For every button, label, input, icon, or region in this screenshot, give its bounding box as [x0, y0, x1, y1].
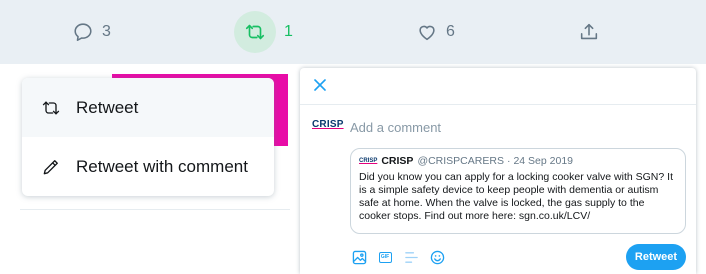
- quoted-handle: @CRISPCARERS: [417, 155, 504, 167]
- like-count: 6: [446, 23, 455, 40]
- quoted-avatar: CRISP: [359, 158, 378, 164]
- quoted-separator: ·: [506, 155, 511, 167]
- modal-divider: [300, 104, 696, 105]
- pencil-icon: [40, 156, 62, 178]
- share-button[interactable]: [578, 0, 600, 64]
- menu-item-label: Retweet: [76, 97, 139, 117]
- menu-item-retweet-with-comment[interactable]: Retweet with comment: [22, 137, 274, 196]
- retweet-icon: [234, 11, 276, 53]
- gif-icon[interactable]: GIF: [374, 246, 396, 268]
- reply-button[interactable]: 3: [72, 0, 111, 64]
- close-icon: [314, 78, 326, 96]
- comment-input[interactable]: [350, 120, 680, 135]
- image-icon[interactable]: [348, 246, 370, 268]
- share-icon: [578, 21, 600, 43]
- quoted-tweet-text: Did you know you can apply for a locking…: [359, 171, 673, 222]
- reply-count: 3: [102, 23, 111, 40]
- heart-icon: [416, 21, 438, 43]
- reply-icon: [72, 21, 94, 43]
- compose-toolbar: GIF: [348, 246, 452, 268]
- menu-item-retweet[interactable]: Retweet: [22, 78, 274, 137]
- retweet-menu: Retweet Retweet with comment: [22, 78, 274, 196]
- quoted-tweet: CRISP CRISP @CRISPCARERS · 24 Sep 2019 D…: [350, 148, 686, 234]
- like-button[interactable]: 6: [416, 0, 455, 64]
- close-button[interactable]: [310, 77, 330, 97]
- emoji-icon[interactable]: [426, 246, 448, 268]
- poll-icon[interactable]: [400, 246, 422, 268]
- quoted-author-name: CRISP: [381, 155, 414, 167]
- tweet-action-bar: 3 1 6: [0, 0, 706, 64]
- menu-item-label: Retweet with comment: [76, 156, 248, 176]
- gif-label: GIF: [378, 251, 392, 263]
- quoted-date: 24 Sep 2019: [513, 155, 574, 167]
- retweet-count: 1: [284, 23, 293, 40]
- retweet-icon: [40, 97, 62, 119]
- retweet-submit-button[interactable]: Retweet: [626, 244, 686, 270]
- retweet-modal: CRISP CRISP CRISP @CRISPCARERS · 24 Sep …: [300, 68, 696, 274]
- avatar: CRISP: [312, 119, 344, 130]
- retweet-button[interactable]: 1: [234, 0, 293, 64]
- quoted-tweet-header: CRISP CRISP @CRISPCARERS · 24 Sep 2019: [359, 155, 677, 168]
